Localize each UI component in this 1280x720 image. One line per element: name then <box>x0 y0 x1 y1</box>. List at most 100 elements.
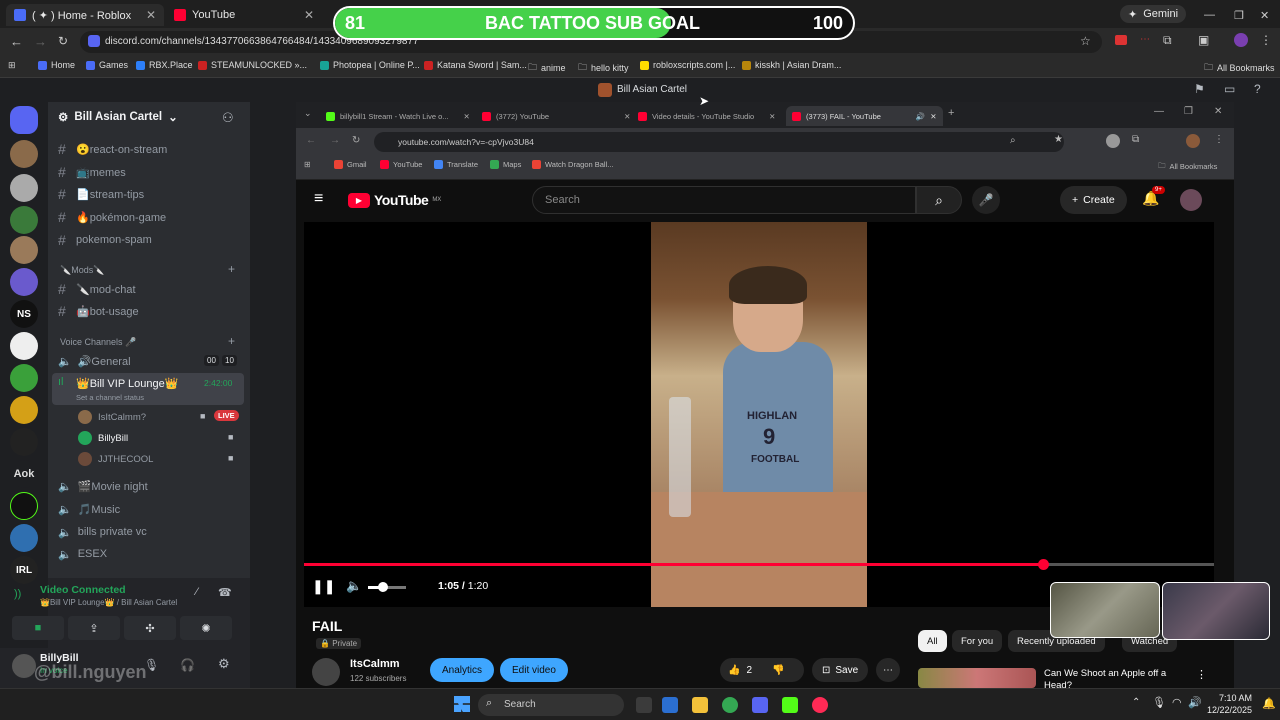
voice-channel[interactable]: 🔈 🎬Movie night <box>58 476 148 496</box>
voice-channel[interactable]: 🔈 🎵Music <box>58 499 120 519</box>
server-icon[interactable] <box>10 492 38 520</box>
chip-for-you[interactable]: For you <box>952 630 1003 652</box>
video-player[interactable]: HIGHLAN 9 FOOTBAL <box>304 222 1214 607</box>
like-icon[interactable]: 👍 <box>728 665 740 676</box>
inner-tab[interactable]: Video details - YouTube Studio ✕ <box>638 106 775 126</box>
disconnect-icon[interactable]: ☎ <box>218 586 232 599</box>
close-icon[interactable]: ✕ <box>464 112 470 121</box>
inner-tab-active[interactable]: (3773) FAIL - YouTube 🔊 ✕ <box>786 106 943 126</box>
channel-name[interactable]: ItsCalmm <box>350 658 400 670</box>
extension-icon[interactable]: ⋯ <box>1140 34 1150 45</box>
activities-button[interactable]: ✣ <box>124 616 176 640</box>
channel-item[interactable]: # pokemon-spam <box>58 230 152 250</box>
volume-handle[interactable] <box>378 582 388 592</box>
voice-user[interactable]: BillyBill <box>78 429 128 447</box>
profile-avatar[interactable] <box>1234 33 1248 47</box>
save-button[interactable]: ⊡ Save <box>812 658 869 682</box>
server-icon[interactable] <box>10 236 38 264</box>
window-close-button[interactable]: ✕ <box>1214 106 1222 117</box>
bookmark-item[interactable]: Translate <box>434 160 478 169</box>
extensions-puzzle-icon[interactable]: ⧉ <box>1132 134 1139 145</box>
youtube-search-input[interactable]: Search <box>532 186 916 214</box>
headphones-icon[interactable]: 🎧 <box>180 658 195 672</box>
windows-start-icon[interactable] <box>454 696 470 712</box>
flag-icon[interactable]: ⚑ <box>1194 82 1205 96</box>
account-avatar[interactable] <box>1180 189 1202 211</box>
back-icon[interactable]: ← <box>10 34 23 49</box>
hamburger-menu-icon[interactable]: ≡ <box>314 190 323 208</box>
tab-youtube[interactable]: YouTube ✕ <box>166 4 322 26</box>
bookmark-item[interactable]: YouTube <box>380 160 422 169</box>
wifi-icon[interactable]: ◠ <box>1172 696 1182 709</box>
server-icon[interactable] <box>10 140 38 168</box>
bookmark-item[interactable]: Maps <box>490 160 521 169</box>
bookmark-item[interactable]: kisskh | Asian Dram... <box>742 60 841 70</box>
soundboard-button[interactable]: ✺ <box>180 616 232 640</box>
analytics-button[interactable]: Analytics <box>430 658 495 682</box>
voice-channel[interactable]: 🔈 ESEX <box>58 544 107 564</box>
add-channel-icon[interactable]: + <box>228 334 235 348</box>
category-voice[interactable]: Voice Channels 🎤 <box>60 337 136 348</box>
server-icon[interactable] <box>10 396 38 424</box>
create-button[interactable]: + Create <box>1060 186 1127 214</box>
youtube-logo[interactable]: ▶ YouTube MX <box>348 192 441 208</box>
bookmark-item[interactable]: STEAMUNLOCKED »... <box>198 60 307 70</box>
app-icon[interactable] <box>782 697 798 713</box>
voice-channel[interactable]: 🔈 bills private vc <box>58 522 147 542</box>
bookmark-folder[interactable]: 🗀 hello kitty <box>578 60 629 76</box>
microphone-icon[interactable]: 🎙 <box>144 658 159 672</box>
voice-user[interactable]: IsItCalmm? <box>78 408 146 426</box>
tab-search-icon[interactable]: ⌄ <box>304 108 312 119</box>
server-icon[interactable] <box>10 174 38 202</box>
extension-icon[interactable] <box>1115 35 1127 45</box>
volume-icon[interactable]: 🔊 <box>1188 696 1202 709</box>
inner-url-field[interactable]: youtube.com/watch?v=-cpVjvo3U84 <box>374 132 1064 152</box>
notification-bell-icon[interactable]: 🔔 <box>1262 697 1276 710</box>
bookmark-item[interactable]: Gmail <box>334 160 367 169</box>
all-bookmarks-folder[interactable]: 🗀 All Bookmarks <box>1158 160 1217 173</box>
taskbar-search-input[interactable]: ⌕ Search <box>478 694 624 716</box>
star-icon[interactable]: ★ <box>1054 134 1063 145</box>
extensions-puzzle-icon[interactable]: ⧉ <box>1163 33 1172 48</box>
window-close-button[interactable]: ✕ <box>1252 4 1277 26</box>
server-icon[interactable]: IRL <box>10 556 38 584</box>
screen-share-button[interactable]: ⇪ <box>68 616 120 640</box>
server-icon[interactable]: Aok <box>10 460 38 488</box>
sidepanel-icon[interactable]: ▣ <box>1198 33 1209 47</box>
noise-suppress-icon[interactable]: ⁄ <box>196 586 198 598</box>
close-icon[interactable]: ✕ <box>930 112 936 121</box>
server-icon[interactable] <box>10 206 38 234</box>
invite-icon[interactable]: ⚇ <box>222 110 234 126</box>
bookmark-item[interactable]: Games <box>86 60 128 70</box>
suggested-title[interactable]: Can We Shoot an Apple off a Head? <box>1044 668 1184 688</box>
new-tab-icon[interactable]: + <box>948 107 954 119</box>
back-icon[interactable]: ← <box>306 135 316 146</box>
avatar[interactable] <box>12 654 36 678</box>
discord-taskbar-icon[interactable] <box>752 697 768 713</box>
discord-home-icon[interactable] <box>10 106 38 134</box>
minimize-button[interactable]: — <box>1154 106 1164 117</box>
star-icon[interactable]: ☆ <box>1080 34 1091 48</box>
reload-icon[interactable]: ↻ <box>352 135 360 146</box>
task-view-icon[interactable] <box>636 697 652 713</box>
chip-all[interactable]: All <box>918 630 947 652</box>
microphone-icon[interactable]: 🎙 <box>1152 696 1166 709</box>
more-actions-button[interactable]: ⋯ <box>876 658 900 682</box>
voice-user[interactable]: JJTHECOOL <box>78 450 153 468</box>
server-icon[interactable] <box>10 332 38 360</box>
maximize-button[interactable]: ❐ <box>1184 106 1193 117</box>
gemini-button[interactable]: ✦ Gemini <box>1120 5 1187 23</box>
menu-kebab-icon[interactable]: ⋮ <box>1214 134 1224 145</box>
menu-kebab-icon[interactable]: ⋮ <box>1260 33 1272 47</box>
channel-item[interactable]: # 😮react-on-stream <box>58 139 167 159</box>
bookmark-item[interactable]: RBX.Place <box>136 60 193 70</box>
channel-avatar[interactable] <box>312 658 340 686</box>
maximize-button[interactable]: ❐ <box>1226 4 1252 26</box>
category-mods[interactable]: 🔪Mods🔪 <box>60 265 104 276</box>
server-icon[interactable]: NS <box>10 300 38 328</box>
dislike-icon[interactable]: 👎 <box>772 665 784 676</box>
voice-channel-general[interactable]: 🔈 🔊General <box>58 351 131 371</box>
settings-gear-icon[interactable]: ⚙ <box>218 656 230 672</box>
reload-icon[interactable]: ↻ <box>58 34 68 48</box>
inner-tab[interactable]: billybill1 Stream - Watch Live o... ✕ <box>326 106 470 126</box>
